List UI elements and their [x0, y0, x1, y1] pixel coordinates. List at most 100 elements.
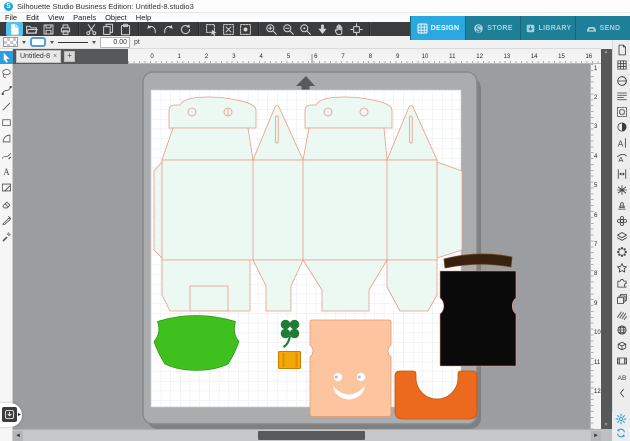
zoom-selection-icon[interactable]	[297, 22, 314, 36]
sketch-icon[interactable]	[0, 181, 13, 194]
layers-icon[interactable]	[615, 230, 628, 243]
line-icon[interactable]	[0, 100, 13, 113]
fill-style-caret-icon[interactable]	[22, 40, 26, 44]
weld-icon[interactable]	[615, 183, 628, 196]
menu-panels[interactable]: Panels	[73, 13, 96, 22]
tool-palette: A	[0, 49, 13, 441]
vertical-scrollbar[interactable]: ▲ ▼	[601, 49, 612, 429]
line-pattern-caret-icon[interactable]	[92, 40, 96, 44]
scroll-down-icon[interactable]: ▼	[604, 423, 609, 428]
pixel-grid-icon[interactable]	[615, 59, 628, 72]
ruler-right-label: 5	[594, 183, 598, 190]
library-pull-icon[interactable]	[2, 407, 17, 422]
vest-shape[interactable]	[439, 270, 517, 367]
flower-offset-icon[interactable]	[615, 215, 628, 228]
ruler-top-label: 8	[368, 54, 373, 60]
new-document-icon[interactable]	[6, 22, 23, 36]
drag-zoom-icon[interactable]	[314, 22, 331, 36]
line-weight-unit: pt	[134, 38, 140, 46]
scroll-left-icon[interactable]: ◄	[13, 431, 23, 441]
cut-icon[interactable]	[83, 22, 100, 36]
new-tab-button[interactable]: +	[64, 51, 76, 62]
lasso-select-icon[interactable]	[0, 67, 13, 80]
pan-icon[interactable]	[331, 22, 348, 36]
horizontal-scrollbar[interactable]: ◄ ►	[13, 429, 601, 441]
menu-object[interactable]: Object	[105, 13, 127, 22]
green-brim-shape[interactable]	[153, 315, 240, 371]
freehand-icon[interactable]	[0, 149, 13, 162]
character-icon[interactable]: A	[615, 137, 628, 150]
box-3d-icon[interactable]	[615, 339, 628, 352]
close-tab-icon[interactable]: ×	[53, 53, 57, 60]
select-icon[interactable]	[0, 51, 13, 64]
scroll-right-icon[interactable]: ►	[591, 431, 601, 441]
pinwheel-icon[interactable]	[615, 74, 628, 87]
fit-to-window-icon[interactable]	[348, 22, 365, 36]
replicate-icon[interactable]	[615, 293, 628, 306]
hatch-shadow-icon[interactable]	[615, 308, 628, 321]
rectangle-icon[interactable]	[0, 116, 13, 129]
undo-icon[interactable]	[143, 22, 160, 36]
text-to-path-icon[interactable]: A	[615, 152, 628, 165]
text-icon[interactable]: A	[0, 165, 13, 178]
buckle-shape[interactable]	[278, 351, 301, 369]
paste-icon[interactable]	[117, 22, 134, 36]
star-icon[interactable]	[615, 261, 628, 274]
sync-icon[interactable]	[615, 426, 628, 439]
deselect-icon[interactable]	[220, 22, 237, 36]
document-tab[interactable]: Untitled-8 ×	[16, 50, 62, 63]
stamp-icon[interactable]	[615, 199, 628, 212]
design-canvas[interactable]	[13, 64, 590, 429]
face-shape[interactable]	[309, 319, 392, 417]
line-style-caret-icon[interactable]	[50, 40, 54, 44]
tab-store-icon[interactable]	[473, 23, 484, 34]
menu-file[interactable]: File	[5, 13, 17, 22]
scroll-up-icon[interactable]: ▲	[604, 50, 609, 55]
edit-points-icon[interactable]	[0, 84, 13, 97]
open-icon[interactable]	[23, 22, 40, 36]
tab-send[interactable]: SEND	[575, 16, 630, 40]
trace-frame-icon[interactable]	[615, 105, 628, 118]
globe-icon[interactable]	[615, 324, 628, 337]
tab-send-icon[interactable]	[586, 23, 597, 34]
eyedropper-icon[interactable]	[0, 230, 13, 243]
horizontal-scroll-thumb[interactable]	[258, 431, 365, 440]
line-style-swatch[interactable]	[30, 37, 46, 47]
zoom-in-icon[interactable]	[263, 22, 280, 36]
line-weight-input[interactable]: 0.00	[100, 36, 130, 48]
menu-edit[interactable]: Edit	[26, 13, 39, 22]
selection-box-icon[interactable]	[203, 22, 220, 36]
print-icon[interactable]	[57, 22, 74, 36]
film-icon[interactable]	[615, 355, 628, 368]
fill-style-swatch[interactable]	[3, 37, 18, 47]
eraser-icon[interactable]	[0, 198, 13, 211]
rotate-icon[interactable]	[177, 22, 194, 36]
arc-polygon-icon[interactable]	[0, 132, 13, 145]
document-tab-label: Untitled-8	[20, 53, 50, 60]
preferences-icon[interactable]	[615, 412, 628, 425]
tab-design-icon[interactable]	[417, 23, 428, 34]
page-setup-icon[interactable]	[615, 43, 628, 56]
tab-library[interactable]: LIBRARY	[520, 16, 575, 40]
collapse-icon[interactable]	[615, 386, 628, 399]
fill-contrast-icon[interactable]	[615, 121, 628, 134]
tab-design[interactable]: DESIGN	[410, 16, 465, 40]
menu-view[interactable]: View	[48, 13, 64, 22]
copy-icon[interactable]	[100, 22, 117, 36]
save-icon[interactable]	[40, 22, 57, 36]
selection-modified-icon[interactable]	[237, 22, 254, 36]
knife-icon[interactable]	[0, 214, 13, 227]
zoom-out-icon[interactable]	[280, 22, 297, 36]
menu-help[interactable]: Help	[136, 13, 151, 22]
spacing-icon[interactable]	[615, 168, 628, 181]
line-styles-icon[interactable]	[615, 90, 628, 103]
tab-label: DESIGN	[430, 24, 460, 32]
ab-preview-icon[interactable]: AB	[615, 370, 628, 383]
line-pattern-preview[interactable]	[58, 41, 88, 43]
offset-points-icon[interactable]	[615, 246, 628, 259]
canvas-area[interactable]: Untitled-8 × + 0 1 2 3 4 5 6 7 8 9 10 11 12 13 14 15 16 …	[13, 49, 602, 429]
tab-library-icon[interactable]	[525, 23, 536, 34]
puzzle-icon[interactable]	[615, 277, 628, 290]
redo-icon[interactable]	[160, 22, 177, 36]
tab-store[interactable]: STORE	[465, 16, 520, 40]
